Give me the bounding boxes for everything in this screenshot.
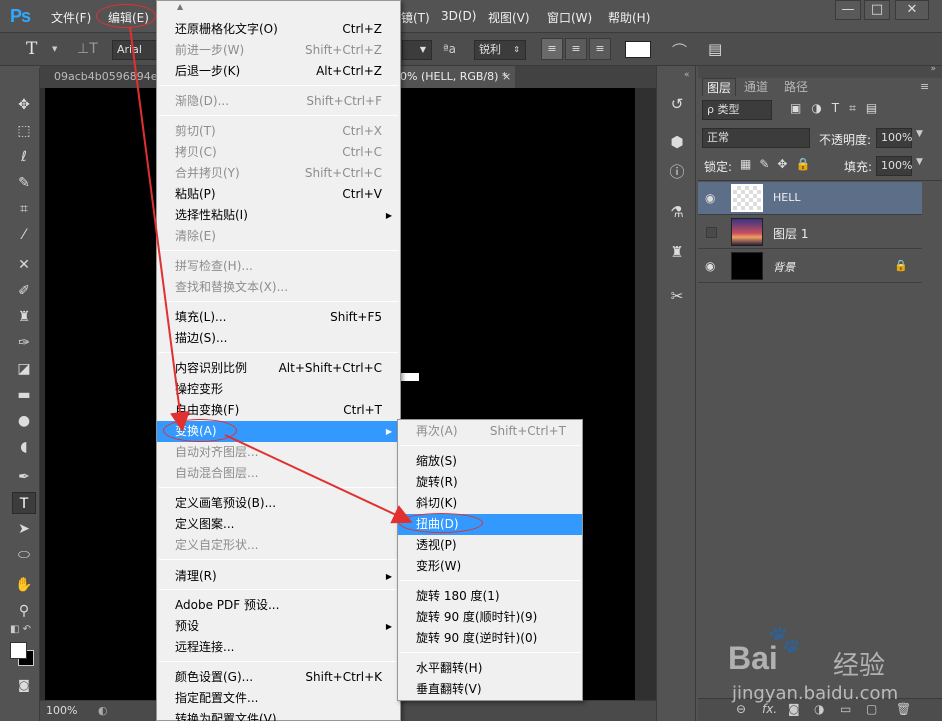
annotation-arrows: [129, 26, 413, 524]
